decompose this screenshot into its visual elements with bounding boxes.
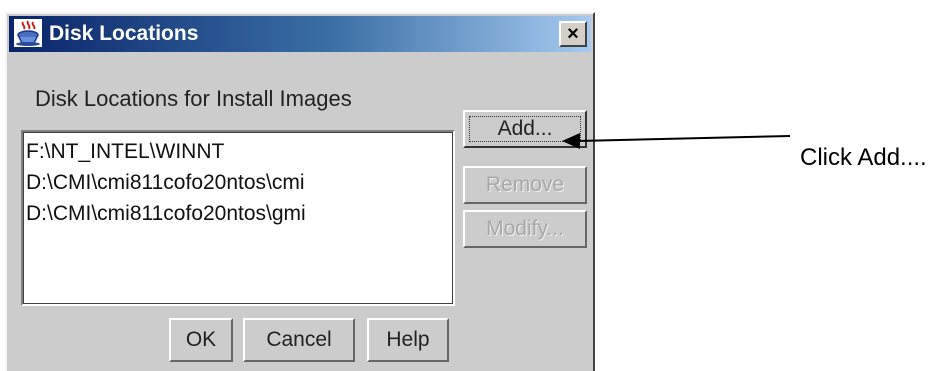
java-coffee-cup-icon <box>14 19 42 47</box>
modify-button[interactable]: Modify... <box>463 210 587 248</box>
close-icon: × <box>567 23 579 45</box>
help-button-label: Help <box>386 328 430 351</box>
section-label: Disk Locations for Install Images <box>35 86 352 111</box>
ok-button-label: OK <box>185 328 217 351</box>
cancel-button[interactable]: Cancel <box>243 318 355 362</box>
disk-location-list[interactable]: F:\NT_INTEL\WINNT D:\CMI\cmi811cofo20nto… <box>21 130 455 306</box>
disk-locations-dialog: Disk Locations × Disk Locations for Inst… <box>5 12 595 371</box>
close-button[interactable]: × <box>559 21 587 47</box>
list-item[interactable]: D:\CMI\cmi811cofo20ntos\cmi <box>26 167 450 198</box>
title-bar[interactable]: Disk Locations × <box>9 16 591 52</box>
ok-button[interactable]: OK <box>169 318 233 362</box>
remove-button[interactable]: Remove <box>463 166 587 204</box>
list-item[interactable]: D:\CMI\cmi811cofo20ntos\gmi <box>26 198 450 229</box>
list-item[interactable]: F:\NT_INTEL\WINNT <box>26 136 450 167</box>
annotation-label: Click Add.... <box>800 144 927 171</box>
window-title: Disk Locations <box>49 22 199 45</box>
arrow-left-icon <box>562 133 790 149</box>
modify-button-label: Modify... <box>486 217 564 240</box>
remove-button-label: Remove <box>485 173 565 196</box>
cancel-button-label: Cancel <box>266 328 332 351</box>
help-button[interactable]: Help <box>367 318 449 362</box>
add-button-label: Add... <box>497 117 553 140</box>
